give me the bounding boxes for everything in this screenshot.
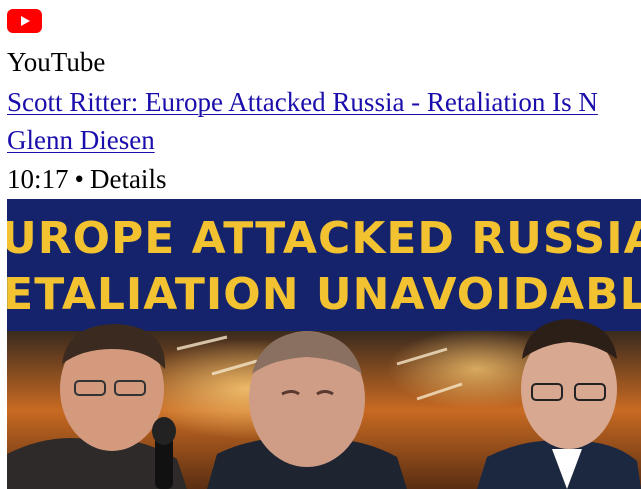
video-meta: 10:17 • Details [7, 163, 166, 195]
channel-link[interactable]: Glenn Diesen [7, 124, 155, 156]
thumbnail-headline-line2: RETALIATION UNAVOIDABLE [7, 269, 641, 320]
meta-separator: • [74, 164, 84, 194]
thumbnail-image: EUROPE ATTACKED RUSSIA: RETALIATION UNAV… [7, 199, 641, 489]
youtube-logo-icon [7, 9, 42, 33]
thumbnail-headline-line1: EUROPE ATTACKED RUSSIA: [7, 213, 641, 264]
source-label: YouTube [7, 47, 106, 77]
video-thumbnail[interactable]: EUROPE ATTACKED RUSSIA: RETALIATION UNAV… [7, 199, 641, 489]
video-duration: 10:17 [7, 164, 69, 194]
details-link[interactable]: Details [90, 164, 166, 194]
video-title-link[interactable]: Scott Ritter: Europe Attacked Russia - R… [7, 86, 598, 118]
